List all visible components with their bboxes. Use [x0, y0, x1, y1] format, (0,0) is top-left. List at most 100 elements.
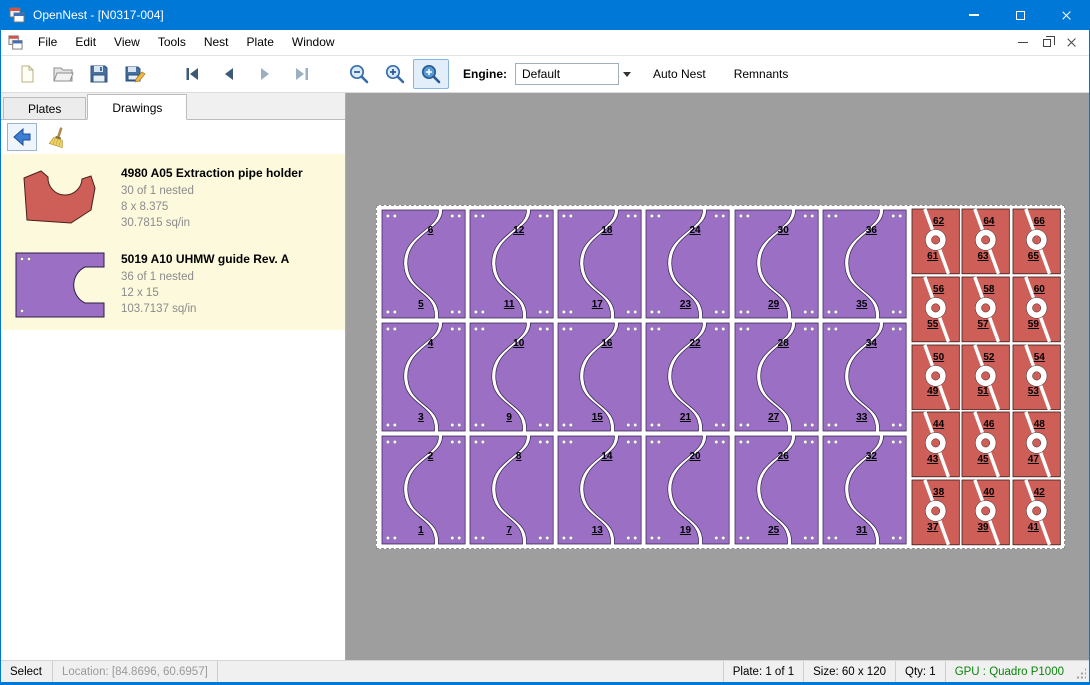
part-number[interactable]: 27 [768, 412, 779, 423]
nested-part-pair-red[interactable]: 66 65 [1012, 208, 1061, 275]
part-number[interactable]: 54 [1034, 352, 1045, 363]
nested-part-pair-red[interactable]: 44 43 [911, 411, 960, 478]
part-number[interactable]: 4 [428, 338, 434, 349]
engine-dropdown-button[interactable] [619, 63, 635, 85]
nested-part-pair-purple[interactable]: 12 11 [468, 208, 555, 320]
nested-part-pair-red[interactable]: 64 63 [961, 208, 1010, 275]
part-number[interactable]: 8 [516, 451, 522, 462]
zoom-fit-button[interactable] [413, 59, 449, 89]
part-number[interactable]: 66 [1034, 216, 1045, 227]
menu-tools[interactable]: Tools [149, 30, 195, 55]
nested-part-pair-red[interactable]: 38 37 [911, 479, 960, 546]
part-number[interactable]: 16 [601, 338, 612, 349]
save-button[interactable] [81, 59, 117, 89]
nested-part-pair-purple[interactable]: 4 3 [380, 321, 467, 433]
insert-drawing-button[interactable] [7, 123, 37, 151]
nested-part-pair-purple[interactable]: 18 17 [556, 208, 643, 320]
remnants-button[interactable]: Remnants [724, 61, 799, 87]
resize-grip[interactable] [1073, 661, 1089, 682]
nested-part-pair-red[interactable]: 46 45 [961, 411, 1010, 478]
nested-part-pair-purple[interactable]: 28 27 [733, 321, 820, 433]
part-number[interactable]: 44 [933, 419, 944, 430]
part-number[interactable]: 19 [680, 525, 691, 536]
part-number[interactable]: 37 [927, 522, 938, 533]
window-maximize-button[interactable] [997, 0, 1043, 30]
part-number[interactable]: 47 [1028, 454, 1039, 465]
part-number[interactable]: 23 [680, 299, 691, 310]
list-item-drawing-5019[interactable]: 5019 A10 UHMW guide Rev. A 36 of 1 neste… [1, 240, 345, 330]
clear-drawings-button[interactable] [43, 123, 73, 151]
part-number[interactable]: 42 [1034, 487, 1045, 498]
nested-part-pair-purple[interactable]: 20 19 [644, 434, 731, 546]
part-number[interactable]: 35 [856, 299, 867, 310]
menu-window[interactable]: Window [283, 30, 344, 55]
part-number[interactable]: 14 [601, 451, 612, 462]
nested-part-pair-purple[interactable]: 16 15 [556, 321, 643, 433]
part-number[interactable]: 40 [983, 487, 994, 498]
part-number[interactable]: 65 [1028, 251, 1039, 262]
part-number[interactable]: 12 [513, 225, 524, 236]
part-number[interactable]: 21 [680, 412, 691, 423]
nested-part-pair-red[interactable]: 56 55 [911, 276, 960, 343]
menu-file[interactable]: File [29, 30, 66, 55]
nested-part-pair-purple[interactable]: 34 33 [821, 321, 908, 433]
part-number[interactable]: 9 [506, 412, 512, 423]
nested-part-pair-red[interactable]: 54 53 [1012, 344, 1061, 411]
auto-nest-button[interactable]: Auto Nest [643, 61, 716, 87]
part-number[interactable]: 13 [592, 525, 603, 536]
window-minimize-button[interactable] [951, 0, 997, 30]
part-number[interactable]: 60 [1034, 284, 1045, 295]
save-as-button[interactable] [117, 59, 153, 89]
child-close-button[interactable] [1059, 33, 1083, 53]
nested-part-pair-purple[interactable]: 22 21 [644, 321, 731, 433]
nested-part-pair-purple[interactable]: 2 1 [380, 434, 467, 546]
part-number[interactable]: 34 [866, 338, 877, 349]
part-number[interactable]: 55 [927, 319, 938, 330]
nested-part-pair-red[interactable]: 52 51 [961, 344, 1010, 411]
part-number[interactable]: 6 [428, 225, 434, 236]
part-number[interactable]: 22 [689, 338, 700, 349]
part-number[interactable]: 49 [927, 386, 938, 397]
nested-part-pair-purple[interactable]: 10 9 [468, 321, 555, 433]
part-number[interactable]: 43 [927, 454, 938, 465]
part-number[interactable]: 17 [592, 299, 603, 310]
part-number[interactable]: 3 [418, 412, 424, 423]
part-number[interactable]: 59 [1028, 319, 1039, 330]
zoom-out-button[interactable] [341, 59, 377, 89]
nested-part-pair-red[interactable]: 62 61 [911, 208, 960, 275]
child-minimize-button[interactable] [1011, 33, 1035, 53]
part-number[interactable]: 24 [689, 225, 700, 236]
part-number[interactable]: 29 [768, 299, 779, 310]
part-number[interactable]: 63 [977, 251, 988, 262]
part-number[interactable]: 56 [933, 284, 944, 295]
nested-part-pair-purple[interactable]: 14 13 [556, 434, 643, 546]
part-number[interactable]: 50 [933, 352, 944, 363]
part-number[interactable]: 25 [768, 525, 779, 536]
part-number[interactable]: 18 [601, 225, 612, 236]
nested-part-pair-red[interactable]: 60 59 [1012, 276, 1061, 343]
menu-edit[interactable]: Edit [66, 30, 105, 55]
part-number[interactable]: 15 [592, 412, 603, 423]
part-number[interactable]: 46 [983, 419, 994, 430]
menu-view[interactable]: View [105, 30, 149, 55]
open-button[interactable] [45, 59, 81, 89]
nested-part-pair-purple[interactable]: 32 31 [821, 434, 908, 546]
part-number[interactable]: 41 [1028, 522, 1039, 533]
new-button[interactable] [9, 59, 45, 89]
part-number[interactable]: 58 [983, 284, 994, 295]
child-restore-button[interactable] [1035, 33, 1059, 53]
list-item-drawing-4980[interactable]: 4980 A05 Extraction pipe holder 30 of 1 … [1, 154, 345, 240]
part-number[interactable]: 2 [428, 451, 434, 462]
last-plate-button[interactable] [283, 59, 319, 89]
part-number[interactable]: 26 [778, 451, 789, 462]
part-number[interactable]: 62 [933, 216, 944, 227]
nested-part-pair-purple[interactable]: 30 29 [733, 208, 820, 320]
next-plate-button[interactable] [247, 59, 283, 89]
part-number[interactable]: 11 [504, 299, 515, 310]
engine-select[interactable]: Default [515, 63, 619, 85]
nested-part-pair-red[interactable]: 58 57 [961, 276, 1010, 343]
menu-nest[interactable]: Nest [195, 30, 238, 55]
window-close-button[interactable] [1043, 0, 1089, 30]
part-number[interactable]: 36 [866, 225, 877, 236]
part-number[interactable]: 32 [866, 451, 877, 462]
